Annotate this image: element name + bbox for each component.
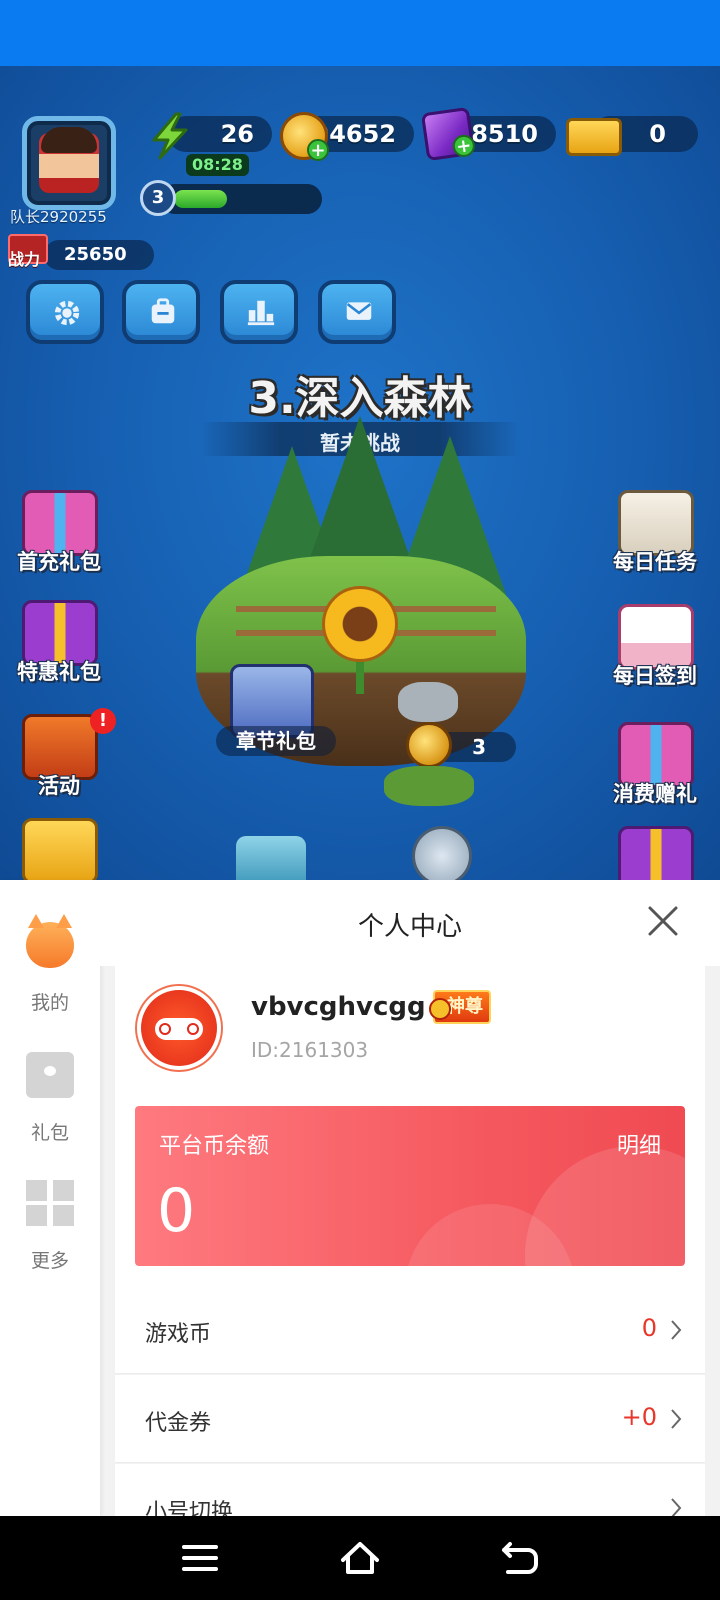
side-nav-more[interactable]: 更多 [0,1180,100,1290]
ticket-icon [566,118,622,156]
vip-badge: 神尊 [429,990,491,1024]
daily-task-button[interactable]: 每日任务 [600,490,710,590]
side-nav-mine[interactable]: 我的 [0,914,100,1032]
ticket-shop-button[interactable] [4,818,114,880]
gamepad-right-icon [187,1023,199,1035]
daily-checkin-label: 每日签到 [613,664,697,688]
mail-button[interactable] [318,280,396,344]
special-offer-gift-label: 特惠礼包 [17,660,101,684]
panel-side-nav: 我的 礼包 更多 [0,880,100,1516]
ranking-button[interactable] [220,280,298,344]
gold-gift-icon [618,826,694,880]
ranking-icon [247,300,275,326]
ledge-icon [384,766,474,806]
row-label: 代金券 [145,1411,212,1436]
row-value: +0 [621,1403,657,1431]
spend-reward-label: 消费赠礼 [613,782,697,806]
side-nav-more-label: 更多 [30,1250,69,1272]
coin-icon[interactable]: + [280,112,329,161]
power-label: 战力 [8,250,41,269]
energy-timer: 08:28 [186,154,249,176]
chapter-coin-icon[interactable] [406,722,452,768]
game-screen: 队长2920255 26 08:28 94652 + 8510 + 0 3 25… [0,66,720,880]
player-avatar[interactable] [22,116,116,210]
status-bar [0,0,720,66]
mail-icon [346,302,372,320]
side-nav-gift-label: 礼包 [30,1122,69,1144]
avatar-hair-icon [41,127,97,153]
balance-detail-link[interactable]: 明细 [617,1128,661,1160]
event-label: 活动 [38,774,80,798]
gamepad-icon [155,1018,203,1040]
plus-icon: + [307,139,329,161]
list-row-game-coins[interactable]: 游戏币 0 [115,1286,705,1374]
balance-value: 0 [157,1176,196,1246]
panel-title: 个人中心 [357,912,462,942]
first-recharge-gift-button[interactable]: 首充礼包 [4,490,114,590]
settings-button[interactable] [26,280,104,344]
captain-name: 队长2920255 [10,208,107,226]
spend-reward-button[interactable]: 消费赠礼 [600,722,710,822]
gem-icon[interactable]: + [420,106,477,162]
plus-icon: + [451,133,477,159]
balance-label: 平台币余额 [159,1134,270,1159]
daily-checkin-button[interactable]: 每日签到 [600,604,710,704]
gamepad-left-icon [159,1023,171,1035]
rock-icon [398,682,458,722]
menu-icon[interactable] [178,1536,222,1580]
row-label: 游戏币 [145,1322,212,1347]
event-button[interactable]: ! 活动 [4,708,116,814]
magnifier-icon[interactable] [412,826,472,880]
user-id: ID:2161303 [251,1038,369,1062]
sunflower-icon[interactable] [322,586,398,662]
sunflower-stem [356,660,364,694]
user-avatar[interactable] [135,984,223,1072]
special-offer-gift-button[interactable]: 特惠礼包 [4,600,114,700]
xp-bar [160,184,322,214]
backpack-button[interactable] [122,280,200,344]
chevron-right-icon [671,1320,682,1340]
list-row-vouchers[interactable]: 代金券 +0 [115,1375,705,1463]
chevron-right-icon [671,1409,682,1429]
lightning-icon [152,112,188,160]
side-nav-mine-label: 我的 [30,992,69,1014]
first-recharge-gift-label: 首充礼包 [17,550,101,574]
daily-task-label: 每日任务 [613,550,697,574]
level-badge: 3 [140,180,176,216]
back-icon[interactable] [498,1536,542,1580]
side-nav-gift[interactable]: 礼包 [0,1052,100,1162]
panel-main: 个人中心 vbvcghvcgg 神尊 ID:2161303 平台币余额 明细 0… [100,880,720,1552]
profile-card: vbvcghvcgg 神尊 ID:2161303 平台币余额 明细 0 [115,966,705,1290]
extra-gift-button[interactable] [600,826,710,880]
system-navigation-bar [0,1516,720,1600]
grid-more-icon [26,1180,74,1226]
close-icon[interactable] [640,898,686,944]
gem-map-icon[interactable] [236,836,306,880]
panel-header: 个人中心 [100,880,720,966]
username: vbvcghvcgg [251,992,426,1022]
gear-icon [54,300,80,326]
platform-balance-card: 平台币余额 明细 0 [135,1106,685,1266]
personal-center-panel: 我的 礼包 更多 个人中心 vbvcghvcgg 神尊 ID:2161303 平… [0,880,720,1552]
backpack-icon [151,298,175,324]
home-icon[interactable] [338,1536,382,1580]
row-value: 0 [641,1314,657,1342]
xp-bar-fill [174,190,227,208]
power-value: 25650 [44,240,154,270]
gift-icon [26,1052,74,1098]
chapter-gift-label[interactable]: 章节礼包 [216,726,336,756]
cat-icon [26,914,74,968]
gamepad-logo-icon [141,990,217,1066]
alert-badge: ! [90,708,116,734]
ticket-icon [22,818,98,880]
